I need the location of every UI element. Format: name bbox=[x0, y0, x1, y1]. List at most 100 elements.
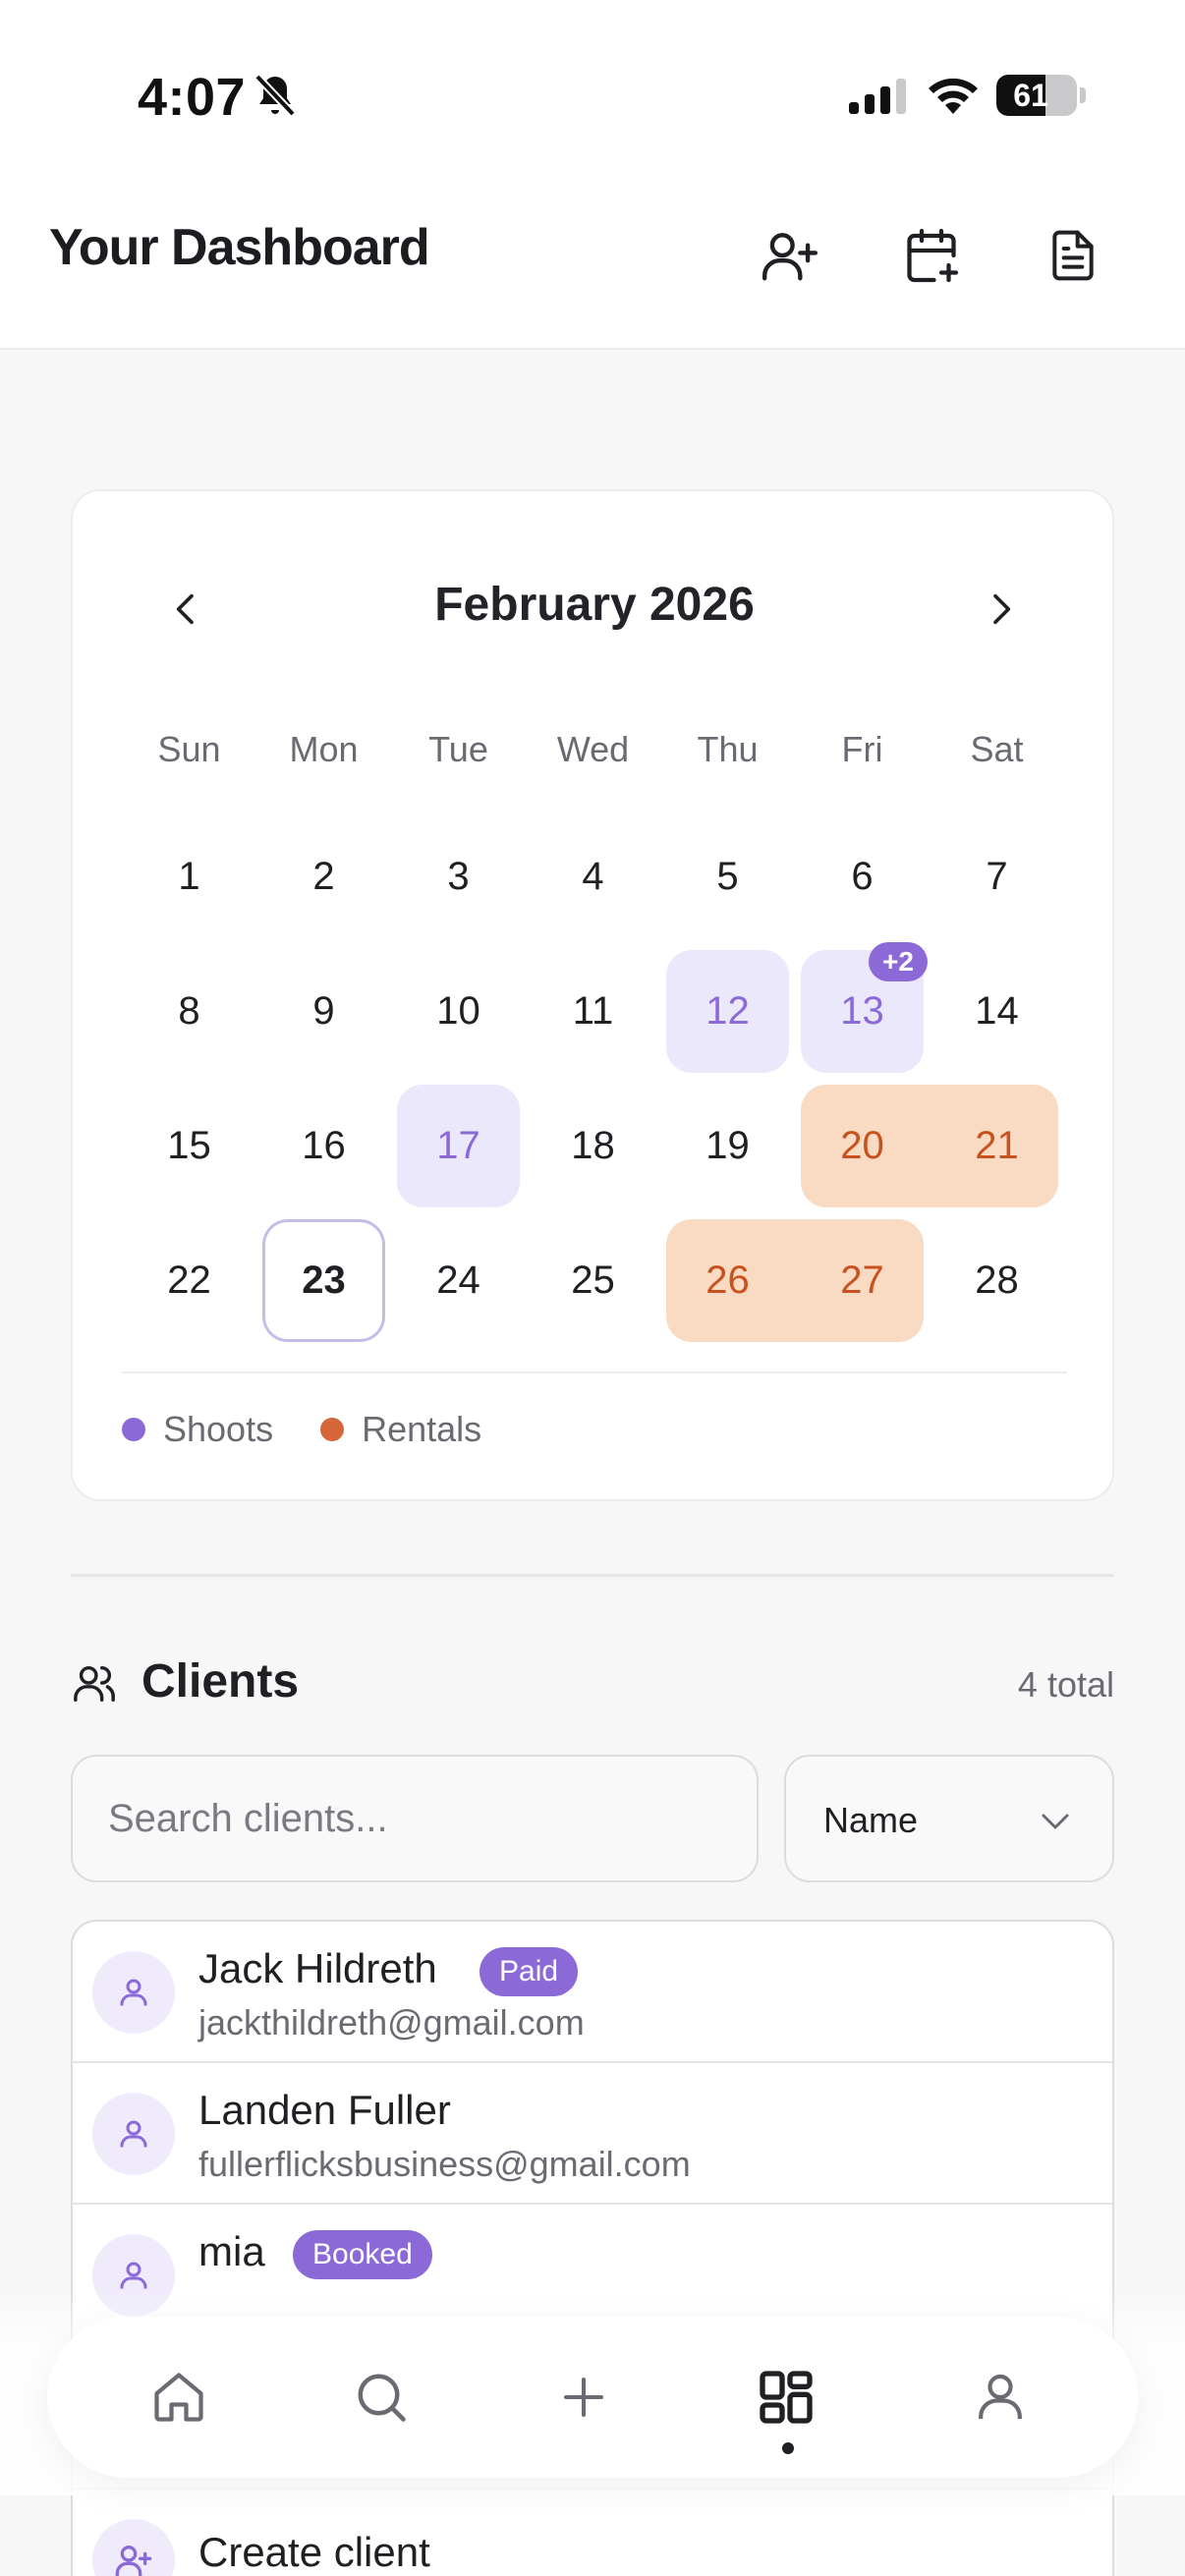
calendar-day-6[interactable]: 6 bbox=[795, 810, 930, 944]
calendar-day-13[interactable]: 13 +2 bbox=[795, 942, 930, 1079]
status-badge: Paid bbox=[480, 1947, 579, 1996]
calendar-day-24[interactable]: 24 bbox=[391, 1213, 526, 1348]
day-number: 26 bbox=[705, 1259, 750, 1302]
active-indicator bbox=[782, 2442, 794, 2454]
day-number: 19 bbox=[705, 1124, 750, 1167]
legend-item-shoots: Shoots bbox=[122, 1409, 273, 1450]
cellular-signal-icon bbox=[849, 79, 908, 114]
dashboard-icon bbox=[760, 2371, 813, 2424]
day-number: 11 bbox=[572, 989, 614, 1033]
documents-button[interactable] bbox=[1034, 216, 1112, 295]
home-icon bbox=[154, 2373, 203, 2422]
calendar-day-4[interactable]: 4 bbox=[526, 810, 660, 944]
calendar-day-3[interactable]: 3 bbox=[391, 810, 526, 944]
day-number: 24 bbox=[436, 1259, 480, 1302]
create-client-button[interactable]: Create client bbox=[71, 2488, 1114, 2576]
day-number: 7 bbox=[986, 855, 1008, 898]
nav-search[interactable] bbox=[330, 2346, 432, 2448]
calendar-day-28[interactable]: 28 bbox=[930, 1213, 1064, 1348]
calendar-day-12[interactable]: 12 bbox=[660, 944, 795, 1079]
silent-mode-icon bbox=[252, 71, 299, 120]
day-number: 17 bbox=[436, 1124, 480, 1167]
day-number: 10 bbox=[436, 989, 480, 1033]
calendar-day-14[interactable]: 14 bbox=[930, 944, 1064, 1079]
calendar-day-26[interactable]: 26 bbox=[660, 1213, 795, 1348]
nav-profile[interactable] bbox=[949, 2346, 1051, 2448]
day-number: 18 bbox=[571, 1124, 615, 1167]
calendar-day-1[interactable]: 1 bbox=[122, 810, 256, 944]
day-number: 4 bbox=[582, 855, 604, 898]
day-number: 14 bbox=[975, 989, 1019, 1033]
calendar-day-25[interactable]: 25 bbox=[526, 1213, 660, 1348]
clients-title: Clients bbox=[141, 1655, 300, 1708]
calendar-day-2[interactable]: 2 bbox=[256, 810, 391, 944]
weekday-label: Tue bbox=[428, 729, 488, 769]
day-number: 21 bbox=[975, 1124, 1019, 1167]
calendar-day-21[interactable]: 21 bbox=[930, 1079, 1064, 1213]
next-month-button[interactable] bbox=[971, 580, 1030, 639]
calendar-day-17[interactable]: 17 bbox=[391, 1079, 526, 1213]
client-name: Landen Fuller bbox=[198, 2087, 451, 2133]
sort-selected-value: Name bbox=[823, 1800, 919, 1840]
chevron-down-icon bbox=[1042, 1814, 1069, 1829]
user-icon bbox=[120, 1979, 147, 2006]
calendar-day-16[interactable]: 16 bbox=[256, 1079, 391, 1213]
day-number: 9 bbox=[312, 989, 335, 1033]
weekday-label: Sun bbox=[157, 729, 221, 769]
day-number: 20 bbox=[840, 1124, 884, 1167]
add-event-button[interactable] bbox=[892, 216, 971, 295]
calendar-day-18[interactable]: 18 bbox=[526, 1079, 660, 1213]
calendar-day-22[interactable]: 22 bbox=[122, 1213, 256, 1348]
day-number: 3 bbox=[447, 855, 470, 898]
calendar-day-10[interactable]: 10 bbox=[391, 944, 526, 1079]
client-row[interactable]: Jack Hildreth Paid jackthildreth@gmail.c… bbox=[73, 1922, 1112, 2063]
weekday-label: Sat bbox=[970, 729, 1024, 769]
chevron-right-icon bbox=[993, 593, 1011, 625]
calendar-day-9[interactable]: 9 bbox=[256, 944, 391, 1079]
clients-count: 4 total bbox=[1017, 1664, 1114, 1705]
plus-icon bbox=[563, 2377, 604, 2418]
calendar-grid: 1 2 3 4 5 6 7 8 9 10 11 12 13 +2 14 15 16 17 18 19 20 21 22 23 2… bbox=[122, 810, 1067, 1348]
calendar-plus-icon bbox=[907, 228, 959, 283]
day-number: 16 bbox=[302, 1124, 346, 1167]
legend-label: Shoots bbox=[163, 1409, 274, 1449]
calendar-day-7[interactable]: 7 bbox=[930, 810, 1064, 944]
calendar-day-27[interactable]: 27 bbox=[795, 1213, 930, 1348]
day-number: 6 bbox=[851, 855, 874, 898]
day-number: 22 bbox=[167, 1259, 211, 1302]
weekday-label: Thu bbox=[697, 729, 759, 769]
add-user-icon bbox=[115, 2546, 152, 2576]
status-badge: Booked bbox=[293, 2230, 432, 2279]
nav-home[interactable] bbox=[128, 2346, 230, 2448]
create-client-label: Create client bbox=[198, 2529, 430, 2575]
calendar-day-23[interactable]: 23 bbox=[256, 1213, 391, 1348]
calendar-day-19[interactable]: 19 bbox=[660, 1079, 795, 1213]
client-row[interactable]: Landen Fuller fullerflicksbusiness@gmail… bbox=[73, 2063, 1112, 2205]
calendar-day-5[interactable]: 5 bbox=[660, 810, 795, 944]
nav-dashboard[interactable] bbox=[735, 2346, 837, 2454]
day-number: 1 bbox=[178, 855, 200, 898]
more-events-badge: +2 bbox=[869, 942, 928, 981]
calendar-day-15[interactable]: 15 bbox=[122, 1079, 256, 1213]
avatar bbox=[92, 2093, 175, 2175]
weekday-label: Mon bbox=[289, 729, 359, 769]
nav-create[interactable] bbox=[533, 2346, 635, 2448]
client-email: fullerflicksbusiness@gmail.com bbox=[198, 2144, 691, 2184]
user-icon bbox=[120, 2120, 147, 2148]
add-user-icon bbox=[762, 233, 818, 281]
calendar-day-11[interactable]: 11 bbox=[526, 944, 660, 1079]
day-number: 8 bbox=[178, 989, 200, 1033]
sort-select[interactable]: Name bbox=[784, 1755, 1114, 1882]
calendar-day-20[interactable]: 20 bbox=[795, 1079, 930, 1213]
day-number: 15 bbox=[167, 1124, 211, 1167]
calendar-day-8[interactable]: 8 bbox=[122, 944, 256, 1079]
user-icon bbox=[120, 2262, 147, 2289]
day-number: 12 bbox=[705, 989, 750, 1033]
app-header: Your Dashboard bbox=[0, 187, 1185, 350]
search-clients-input[interactable] bbox=[71, 1755, 759, 1882]
weekday-header: Sun Mon Tue Wed Thu Fri Sat bbox=[122, 729, 1067, 770]
client-name: mia bbox=[198, 2228, 265, 2274]
search-icon bbox=[358, 2374, 406, 2422]
add-client-button[interactable] bbox=[751, 216, 829, 295]
weekday-label: Wed bbox=[556, 729, 630, 769]
